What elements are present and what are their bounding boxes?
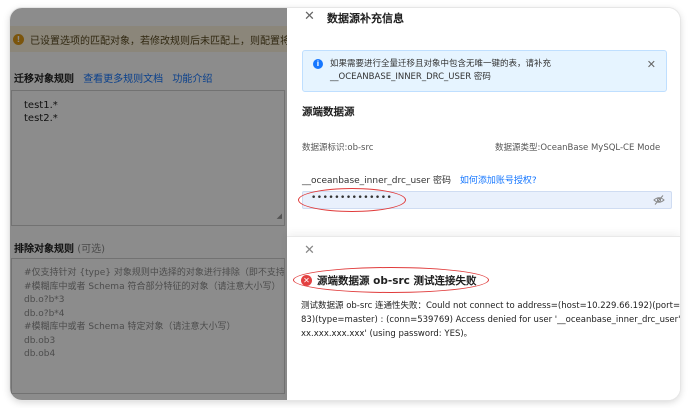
info-line-1: 如果需要进行全量迁移且对象中包含无唯一键的表，请补充	[330, 59, 552, 69]
password-label-row: __oceanbase_inner_drc_user 密码 如何添加账号授权?	[302, 173, 537, 186]
error-notification: ✕ ✕ 源端数据源 ob-src 测试连接失败 测试数据源 ob-src 连通性…	[287, 236, 680, 400]
error-desc-line: 83)(type=master) : (conn=539769) Access …	[301, 315, 680, 325]
datasource-supplement-drawer: ✕ 数据源补充信息 i 如果需要进行全量迁移且对象中包含无唯一键的表，请补充 _…	[287, 8, 680, 400]
info-icon: i	[313, 59, 323, 69]
source-id: 数据源标识:ob-src	[302, 143, 374, 153]
error-desc-line: 测试数据源 ob-src 连通性失败：Could not connect to …	[301, 301, 680, 311]
alert-close-icon[interactable]: ✕	[647, 58, 656, 71]
notification-close-icon[interactable]: ✕	[304, 243, 315, 258]
info-line-2: __OCEANBASE_INNER_DRC_USER 密码	[330, 72, 491, 82]
close-icon[interactable]: ✕	[304, 8, 315, 26]
account-auth-help-link[interactable]: 如何添加账号授权?	[460, 176, 537, 186]
modal-mask[interactable]	[10, 8, 287, 400]
error-desc-line: xx.xxx.xxx.xxx' (using password: YES)。	[301, 329, 473, 339]
drawer-title: 数据源补充信息	[327, 12, 404, 25]
drawer-header: ✕ 数据源补充信息	[287, 8, 680, 30]
section-title: 源端数据源	[302, 106, 355, 118]
app-window: ! 已设置选项的匹配对象，若修改规则后未匹配上，则配置将会清除，请 迁移对象规则…	[10, 8, 680, 400]
annotation-circle	[298, 188, 406, 212]
info-alert-text: 如果需要进行全量迁移且对象中包含无唯一键的表，请补充 __OCEANBASE_I…	[330, 58, 650, 84]
info-alert: i 如果需要进行全量迁移且对象中包含无唯一键的表，请补充 __OCEANBASE…	[302, 50, 667, 92]
annotation-circle	[293, 267, 489, 293]
eye-invisible-icon[interactable]	[653, 194, 665, 206]
error-description: 测试数据源 ob-src 连通性失败：Could not connect to …	[301, 299, 680, 341]
source-type: 数据源类型:OceanBase MySQL-CE Mode	[495, 143, 661, 153]
password-label: __oceanbase_inner_drc_user 密码	[302, 176, 451, 186]
